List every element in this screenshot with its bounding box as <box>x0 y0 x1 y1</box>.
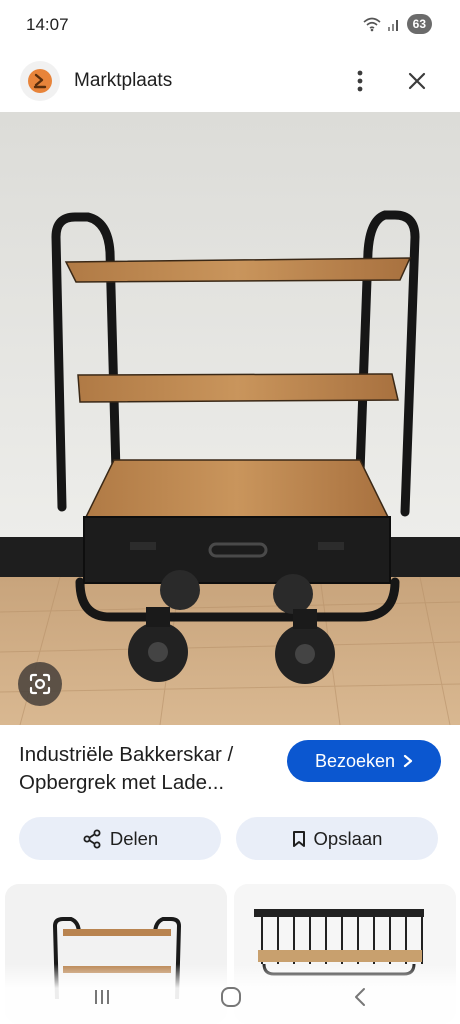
share-button-label: Delen <box>109 827 159 849</box>
result-title[interactable]: Industriële Bakkerskar / Opbergrek met L… <box>19 741 279 797</box>
marktplaats-logo-icon[interactable] <box>20 61 60 101</box>
status-time: 14:07 <box>26 15 69 34</box>
close-icon[interactable] <box>400 64 434 98</box>
more-vert-icon[interactable] <box>344 64 376 98</box>
save-button-label: Opslaan <box>313 827 383 849</box>
app-header: Marktplaats <box>0 50 460 112</box>
bookmark-icon <box>292 830 305 847</box>
status-bar: 14:07 63 <box>0 0 460 50</box>
site-name[interactable]: Marktplaats <box>74 70 172 92</box>
bakery-cart-illustration <box>0 112 460 725</box>
system-nav-bar <box>0 964 460 1024</box>
product-image[interactable] <box>0 112 460 725</box>
visit-button[interactable]: Bezoeken <box>287 740 441 782</box>
wifi-icon <box>363 17 381 32</box>
save-button[interactable]: Opslaan <box>236 817 438 860</box>
result-title-line-2: Opbergrek met Lade... <box>19 771 225 794</box>
logo-glyph <box>28 69 52 93</box>
back-icon[interactable] <box>340 984 380 1010</box>
signal-icon <box>387 20 398 31</box>
share-icon <box>83 829 101 848</box>
result-title-line-1: Industriële Bakkerskar / <box>19 743 234 766</box>
recent-apps-icon[interactable] <box>82 984 122 1010</box>
visit-button-label: Bezoeken <box>314 750 396 771</box>
home-icon[interactable] <box>211 984 251 1010</box>
share-button[interactable]: Delen <box>19 817 221 860</box>
status-icons: 63 <box>363 14 432 34</box>
lens-search-icon[interactable] <box>18 662 62 706</box>
battery-icon: 63 <box>406 14 432 34</box>
chevron-right-icon <box>403 754 413 768</box>
